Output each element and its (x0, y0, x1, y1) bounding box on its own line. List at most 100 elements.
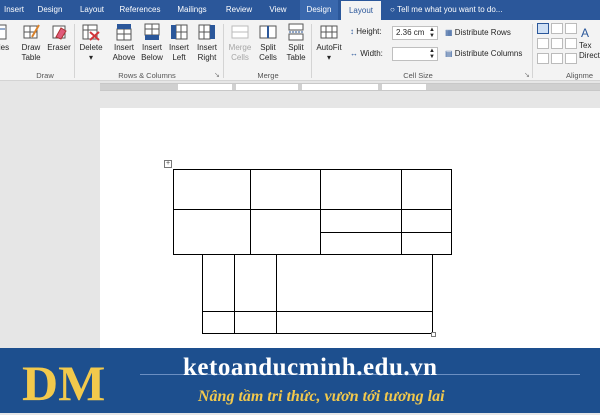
height-label: Height: (356, 27, 382, 36)
tell-me-box[interactable]: ○ Tell me what you want to do... (390, 0, 502, 20)
upper-table[interactable] (173, 169, 452, 255)
insert-left-label-2: Left (172, 53, 186, 62)
table-cell[interactable] (320, 232, 402, 255)
text-direction-label-1: Tex (579, 41, 592, 50)
align-middle-right-icon[interactable] (565, 38, 577, 49)
table-cell[interactable] (320, 169, 402, 210)
autofit-dropdown-icon: ▾ (326, 53, 331, 62)
align-top-center-icon[interactable] (551, 23, 563, 34)
tab-insert[interactable]: Insert (0, 0, 28, 20)
insert-right-label-1: Insert (196, 43, 217, 52)
autofit-label: AutoFit (316, 43, 342, 52)
insert-left-icon (171, 24, 188, 40)
insert-below-label-2: Below (141, 53, 163, 62)
width-input[interactable]: ▲ ▼ (392, 47, 438, 61)
table-cell[interactable] (202, 311, 235, 334)
insert-above-label-2: Above (112, 53, 136, 62)
tab-references[interactable]: References (116, 0, 164, 20)
alignment-grid (537, 23, 577, 69)
tab-design[interactable]: Design (32, 0, 68, 20)
width-spinner-icon[interactable]: ▲ ▼ (429, 48, 435, 60)
distribute-columns-button[interactable]: ▤ Distribute Columns (445, 49, 522, 58)
align-bottom-right-icon[interactable] (565, 53, 577, 64)
height-spinner-icon[interactable]: ▲ ▼ (429, 27, 435, 39)
width-control: ↔ Width: (350, 49, 383, 58)
tab-table-layout[interactable]: Layout (341, 0, 381, 20)
draw-table-label-1: Draw (21, 43, 41, 52)
merge-cells-icon (231, 25, 249, 39)
insert-above-label-1: Insert (113, 43, 134, 52)
tell-me-text: Tell me what you want to do... (397, 5, 503, 14)
tab-mailings[interactable]: Mailings (172, 0, 212, 20)
align-bottom-left-icon[interactable] (537, 53, 549, 64)
table-cell[interactable] (173, 209, 251, 255)
distribute-rows-label: Distribute Rows (454, 28, 511, 37)
table-cell[interactable] (320, 209, 402, 233)
draw-table-label-2: Table (21, 53, 41, 62)
dm-logo-icon: DM (22, 355, 105, 411)
cell-size-launcher-icon[interactable]: ↘ (524, 71, 530, 79)
split-table-label-2: Table (286, 53, 306, 62)
table-move-handle-icon[interactable]: + (164, 160, 172, 168)
ruler-column-marker[interactable] (232, 84, 236, 90)
insert-above-icon (116, 24, 132, 41)
split-cells-label-2: Cells (259, 53, 277, 62)
align-middle-center-icon[interactable] (551, 38, 563, 49)
properties-button[interactable]: ies (0, 23, 12, 81)
height-control: ↕ Height: (350, 27, 382, 36)
split-table-button[interactable]: Split Table (284, 23, 308, 81)
table-cell[interactable] (173, 169, 251, 210)
lower-table[interactable] (202, 254, 436, 337)
pencil-table-icon (23, 24, 40, 39)
ruler-column-marker[interactable] (298, 84, 302, 90)
delete-table-icon (82, 24, 100, 41)
group-separator (223, 24, 224, 78)
logo-lettering: DM (22, 355, 105, 410)
ribbon-tab-bar: Insert Design Layout References Mailings… (0, 0, 600, 20)
tab-table-design[interactable]: Design (300, 0, 338, 20)
delete-button[interactable]: Delete ▾ (78, 23, 104, 81)
align-middle-left-icon[interactable] (537, 38, 549, 49)
properties-label: ies (0, 43, 10, 52)
width-label: Width: (360, 49, 383, 58)
horizontal-ruler[interactable] (0, 81, 600, 93)
height-input[interactable]: 2.36 cm ▲ ▼ (392, 26, 438, 40)
tab-review[interactable]: Review (222, 0, 256, 20)
table-cell[interactable] (276, 254, 433, 312)
table-resize-handle-icon[interactable] (431, 332, 436, 337)
split-cells-icon (259, 25, 277, 39)
table-cell[interactable] (250, 169, 321, 210)
column-width-icon: ↔ (350, 49, 358, 58)
align-top-right-icon[interactable] (565, 23, 577, 34)
table-cell[interactable] (202, 254, 235, 312)
distribute-rows-button[interactable]: ▦ Distribute Rows (445, 28, 511, 37)
tab-layout-page[interactable]: Layout (76, 0, 108, 20)
ruler-column-marker[interactable] (378, 84, 382, 90)
ruler-margin-left (100, 84, 178, 90)
tab-view[interactable]: View (264, 0, 292, 20)
table-cell[interactable] (401, 209, 452, 233)
row-height-icon: ↕ (350, 27, 354, 36)
autofit-button[interactable]: AutoFit ▾ (314, 23, 344, 81)
split-table-label-1: Split (288, 43, 304, 52)
table-cell[interactable] (401, 232, 452, 255)
insert-below-icon (144, 23, 160, 40)
delete-label: Delete (79, 43, 103, 52)
group-separator (74, 24, 75, 78)
insert-below-label-1: Insert (141, 43, 162, 52)
align-bottom-center-icon[interactable] (551, 53, 563, 64)
brand-logo: DM (18, 352, 128, 411)
ruler-track (100, 83, 600, 91)
alignment-group-label: Alignme (566, 71, 594, 80)
align-top-left-icon[interactable] (537, 23, 549, 34)
text-direction-label-2: Direct (579, 51, 600, 60)
document-page[interactable]: + (100, 108, 600, 348)
rows-columns-launcher-icon[interactable]: ↘ (214, 71, 220, 79)
table-cell[interactable] (276, 311, 433, 334)
table-cell[interactable] (250, 209, 321, 255)
insert-right-icon (198, 24, 215, 40)
merge-cells-label-2: Cells (231, 53, 249, 62)
table-cell[interactable] (234, 311, 277, 334)
table-cell[interactable] (234, 254, 277, 312)
table-cell[interactable] (401, 169, 452, 210)
